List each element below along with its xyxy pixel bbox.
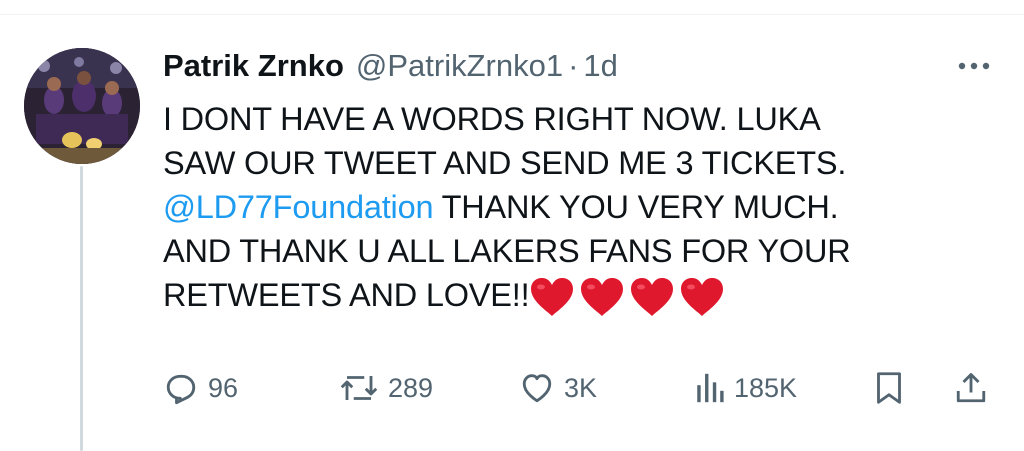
reply-icon [166,374,196,405]
like-count: 3K [564,372,598,403]
more-button[interactable] [954,54,994,78]
tweet-text: I DONT HAVE A WORDS RIGHT NOW. LUKA SAW … [163,97,1003,317]
avatar[interactable] [24,48,140,164]
tweet-line: @LD77Foundation THANK YOU VERY MUCH. [163,185,1003,229]
retweet-count: 289 [388,372,434,403]
mention-link[interactable]: @LD77Foundation [163,189,434,225]
share-button[interactable] [953,366,989,410]
tweet-line: SAW OUR TWEET AND SEND ME 3 TICKETS. [163,145,847,181]
tweet-line-text: RETWEETS AND LOVE!! [163,277,530,313]
reply-count: 96 [208,372,239,403]
tweet-line-text: THANK YOU VERY MUCH. [433,189,839,225]
views-count: 185K [734,372,798,403]
heart-emoji [629,273,679,317]
avatar-photo [24,48,140,164]
separator-dot: · [568,48,579,83]
reply-button[interactable]: 96 [163,366,238,410]
bookmark-button[interactable] [873,366,905,410]
retweet-button[interactable]: 289 [339,366,433,410]
timestamp[interactable]: 1d [583,48,617,84]
tweet-line: AND THANK U ALL LAKERS FANS FOR YOUR [163,233,851,269]
tweet-line: RETWEETS AND LOVE!! [163,273,1003,317]
views-icon [697,373,724,403]
author-handle[interactable]: @PatrikZrnko1 [356,48,563,84]
heart-emoji [529,273,579,317]
author-name[interactable]: Patrik Zrnko [163,48,344,84]
like-button[interactable]: 3K [519,366,597,410]
views-button[interactable]: 185K [695,366,797,410]
like-icon [522,374,552,403]
bookmark-icon [877,372,901,404]
thread-line [80,166,83,451]
top-divider [0,14,1024,15]
share-icon [956,373,986,403]
tweet-line: I DONT HAVE A WORDS RIGHT NOW. LUKA [163,101,821,137]
heart-emoji [679,273,729,317]
heart-emoji [579,273,629,317]
retweet-icon [340,376,378,400]
more-icon [958,62,990,70]
tweet-header: Patrik Zrnko @PatrikZrnko1 · 1d [163,46,618,86]
